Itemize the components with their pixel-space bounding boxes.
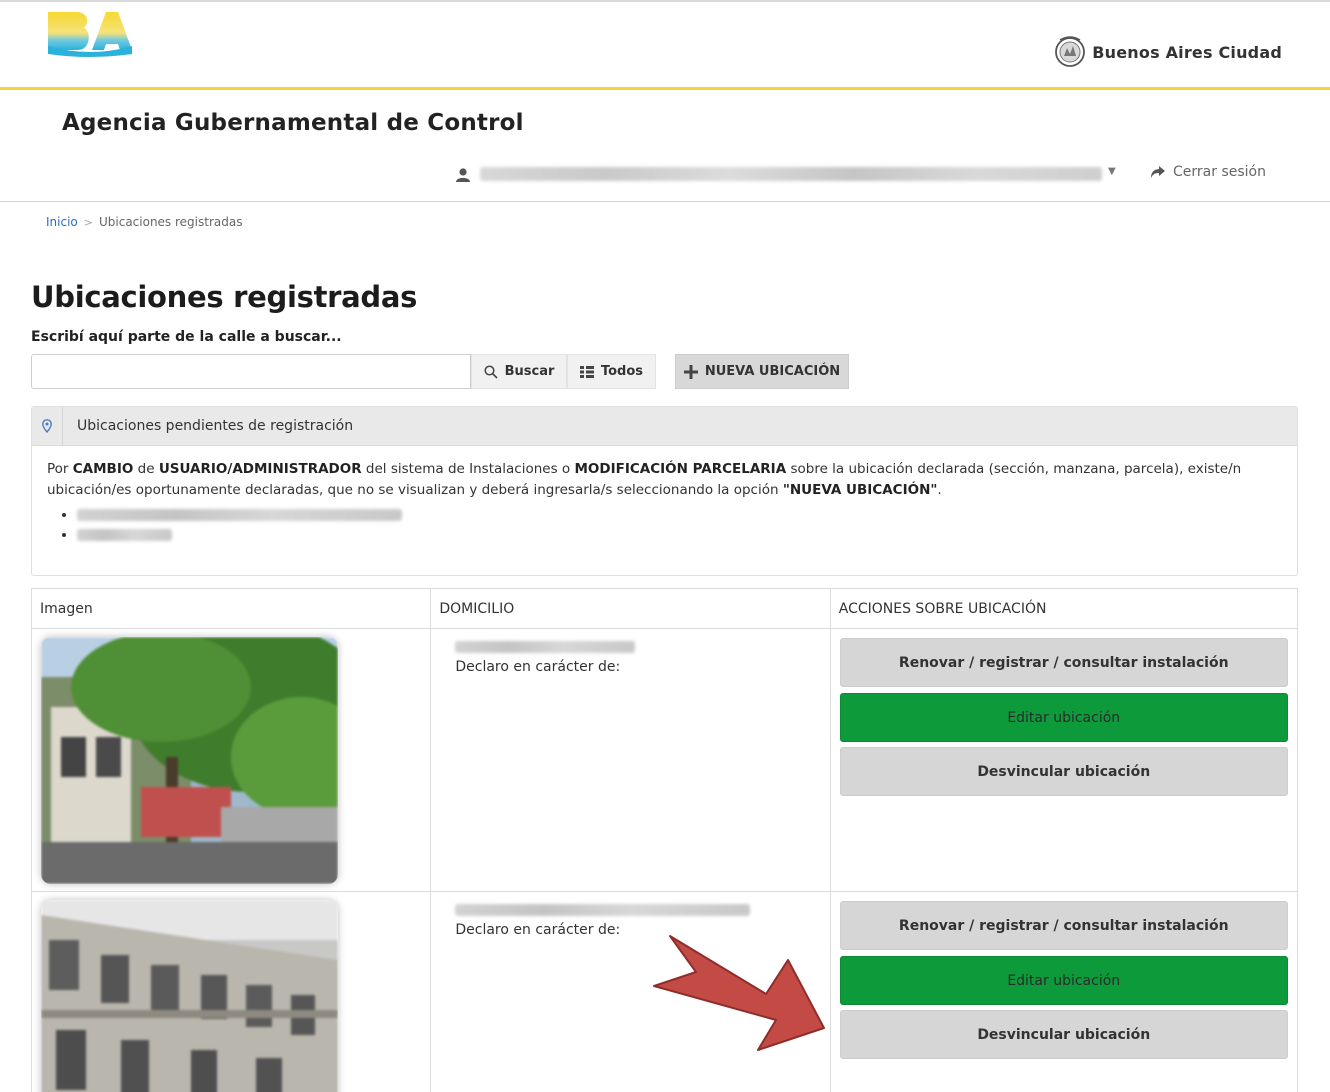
redacted-address xyxy=(77,529,172,541)
message-bold-1: CAMBIO xyxy=(72,461,134,477)
city-brand[interactable]: Buenos Aires Ciudad xyxy=(1054,34,1282,70)
top-header: Buenos Aires Ciudad xyxy=(0,0,1330,90)
show-all-button[interactable]: Todos xyxy=(567,354,656,389)
message-text-2: de xyxy=(133,461,159,477)
edit-location-button[interactable]: Editar ubicación xyxy=(839,956,1288,1005)
image-cell xyxy=(32,629,432,891)
renew-installation-button[interactable]: Renovar / registrar / consultar instalac… xyxy=(839,901,1288,950)
share-arrow-icon xyxy=(1151,166,1165,178)
breadcrumb: Inicio > Ubicaciones registradas xyxy=(46,215,242,229)
user-bar: ▼ Cerrar sesión xyxy=(0,150,1330,202)
ba-logo[interactable] xyxy=(46,10,134,58)
message-text-3: del sistema de Instalaciones o xyxy=(361,461,575,477)
declaro-text: Declaro en carácter de: xyxy=(455,922,621,938)
chevron-down-icon[interactable]: ▼ xyxy=(1108,166,1116,177)
redacted-address xyxy=(455,904,751,916)
unlink-location-button[interactable]: Desvincular ubicación xyxy=(839,1010,1288,1059)
page-title: Ubicaciones registradas xyxy=(31,280,418,314)
pending-locations-panel: Ubicaciones pendientes de registración P… xyxy=(31,406,1298,576)
user-icon xyxy=(456,168,470,182)
map-pin-icon xyxy=(42,419,52,433)
column-header-address: DOMICILIO xyxy=(431,589,831,628)
breadcrumb-current: Ubicaciones registradas xyxy=(98,215,243,229)
red-arrow-annotation-icon xyxy=(653,935,825,1051)
new-location-label: NUEVA UBICACIÓN xyxy=(704,364,841,379)
edit-location-button[interactable]: Editar ubicación xyxy=(839,693,1288,742)
column-header-image: Imagen xyxy=(32,589,432,628)
panel-icon-cell xyxy=(32,406,63,446)
location-photo[interactable] xyxy=(41,637,338,884)
search-button-label: Buscar xyxy=(504,364,555,379)
breadcrumb-separator: > xyxy=(83,215,93,229)
pending-panel-title: Ubicaciones pendientes de registración xyxy=(77,418,354,434)
declaro-text: Declaro en carácter de: xyxy=(455,659,621,675)
search-button[interactable]: Buscar xyxy=(471,354,567,389)
column-header-actions: ACCIONES SOBRE UBICACIÓN xyxy=(838,600,1047,617)
list-item xyxy=(77,525,1282,545)
message-bold-4: "NUEVA UBICACIÓN" xyxy=(782,482,938,498)
table-header-row: Imagen DOMICILIO ACCIONES SOBRE UBICACIÓ… xyxy=(32,589,1297,629)
city-seal-icon xyxy=(1055,36,1086,67)
address-cell: Declaro en carácter de: xyxy=(431,629,831,891)
show-all-label: Todos xyxy=(600,364,644,379)
logout-label: Cerrar sesión xyxy=(1173,164,1266,180)
new-location-button[interactable]: NUEVA UBICACIÓN xyxy=(675,354,849,389)
message-bold-2: USUARIO/ADMINISTRADOR xyxy=(158,461,362,477)
list-item xyxy=(77,505,1282,525)
image-cell xyxy=(32,892,432,1092)
plus-icon xyxy=(683,364,698,379)
actions-cell: Renovar / registrar / consultar instalac… xyxy=(831,892,1297,1092)
actions-cell: Renovar / registrar / consultar instalac… xyxy=(831,629,1297,891)
grid-icon xyxy=(579,365,594,378)
message-bold-3: MODIFICACIÓN PARCELARIA xyxy=(574,461,787,477)
breadcrumb-home-link[interactable]: Inicio xyxy=(46,215,78,229)
pending-panel-body: Por CAMBIO de USUARIO/ADMINISTRADOR del … xyxy=(32,446,1297,545)
pending-panel-header: Ubicaciones pendientes de registración xyxy=(32,406,1297,446)
search-label: Escribí aquí parte de la calle a buscar.… xyxy=(31,329,342,345)
search-icon xyxy=(484,364,498,379)
logout-link[interactable]: Cerrar sesión xyxy=(1150,164,1266,180)
redacted-address xyxy=(77,509,402,521)
renew-installation-button[interactable]: Renovar / registrar / consultar instalac… xyxy=(839,638,1288,687)
message-text-5: . xyxy=(937,482,942,498)
pending-list xyxy=(47,505,1282,545)
city-name: Buenos Aires Ciudad xyxy=(1092,42,1282,62)
unlink-location-button[interactable]: Desvincular ubicación xyxy=(839,747,1288,796)
user-name-redacted[interactable] xyxy=(480,167,1102,181)
search-input[interactable] xyxy=(31,354,471,389)
location-photo[interactable] xyxy=(41,900,338,1092)
agency-title: Agencia Gubernamental de Control xyxy=(62,110,524,136)
table-row: Declaro en carácter de: Renovar / regist… xyxy=(32,629,1297,892)
message-text-1: Por xyxy=(47,461,73,477)
pending-message: Por CAMBIO de USUARIO/ADMINISTRADOR del … xyxy=(47,459,1282,501)
redacted-address xyxy=(455,641,636,653)
